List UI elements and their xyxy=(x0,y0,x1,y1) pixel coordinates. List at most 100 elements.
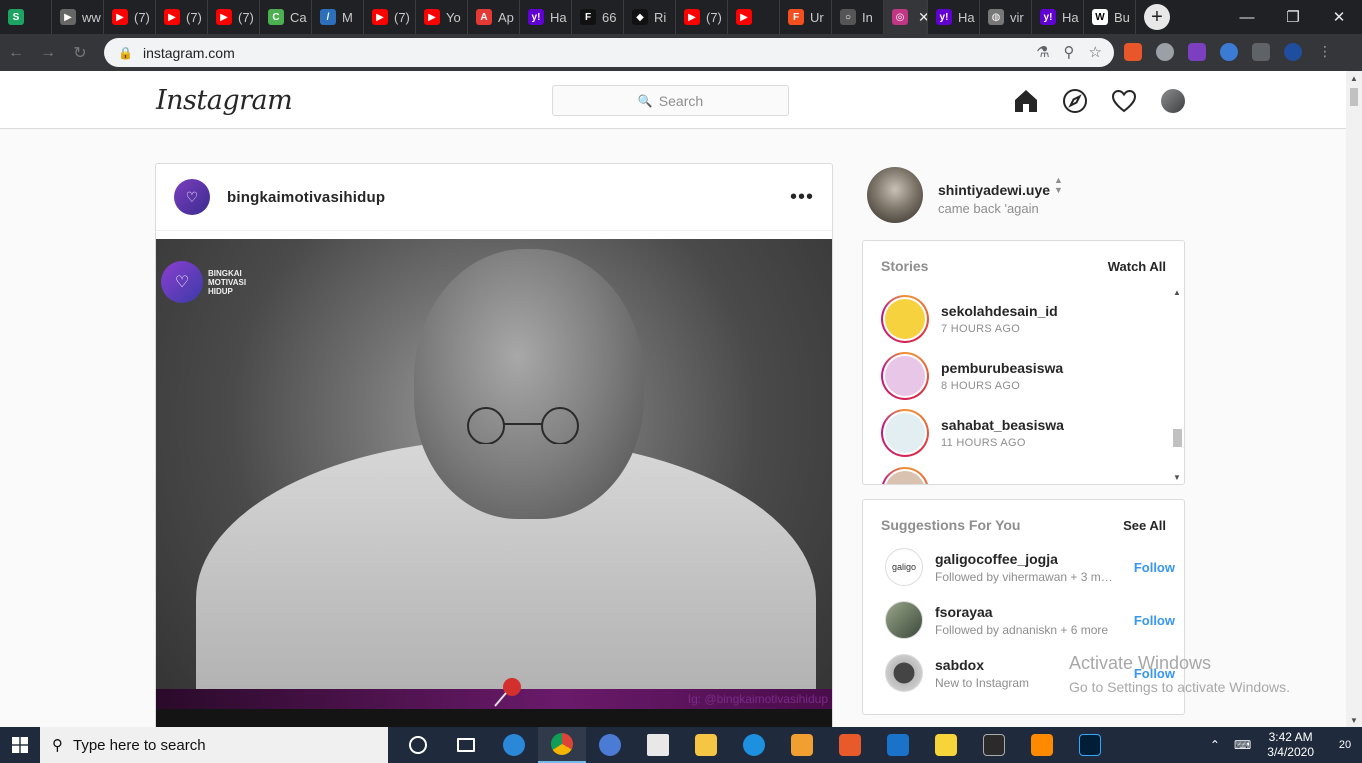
story-item[interactable]: sahabat_beasiswa 11 HOURS AGO xyxy=(881,409,1064,457)
current-user-avatar[interactable] xyxy=(867,167,923,223)
back-button[interactable]: ← xyxy=(0,44,32,62)
post-author-username[interactable]: bingkaimotivasihidup xyxy=(227,189,385,206)
see-all-link[interactable]: See All xyxy=(1123,518,1166,533)
taskbar-search-input[interactable]: ⚲ Type here to search xyxy=(40,727,388,763)
stories-scrollbar[interactable]: ▲ ▼ xyxy=(1171,286,1183,484)
tab-title: Ha xyxy=(550,9,567,25)
minimize-button[interactable]: — xyxy=(1224,0,1270,34)
suggestion-username[interactable]: fsorayaa xyxy=(935,604,1115,620)
cortana-icon[interactable] xyxy=(394,727,442,763)
browser-tab[interactable]: ○ In xyxy=(832,0,884,34)
keyboard-icon[interactable]: ⌨ xyxy=(1234,738,1251,752)
browser-tab[interactable]: y! Ha xyxy=(1032,0,1084,34)
browser-tab[interactable]: C Ca xyxy=(260,0,312,34)
scroll-down-arrow[interactable]: ▼ xyxy=(1350,716,1358,725)
chrome-menu-icon[interactable]: ⋮ xyxy=(1316,43,1334,61)
browser-tab[interactable]: / M xyxy=(312,0,364,34)
internet-explorer-icon[interactable] xyxy=(730,727,778,763)
scroll-up-arrow[interactable]: ▲ xyxy=(1350,74,1358,83)
unity-icon[interactable] xyxy=(634,727,682,763)
browser-tab[interactable]: ▶ (7) xyxy=(156,0,208,34)
chrome-icon[interactable] xyxy=(538,727,586,763)
new-tab-button[interactable]: + xyxy=(1144,4,1170,30)
bookmark-star-icon[interactable]: ☆ xyxy=(1089,43,1102,61)
translate-icon[interactable]: ⚗ xyxy=(1036,43,1049,61)
tab-title: 66 xyxy=(602,9,617,25)
scroll-up-arrow[interactable]: ▲ xyxy=(1173,288,1181,297)
scroll-thumb[interactable] xyxy=(1173,429,1182,447)
instagram-logo[interactable]: Instagram xyxy=(156,85,293,116)
profile-avatar[interactable] xyxy=(1284,43,1302,61)
chromium-icon[interactable] xyxy=(586,727,634,763)
close-tab-icon[interactable]: ✕ xyxy=(918,9,927,26)
media-player-icon[interactable] xyxy=(778,727,826,763)
taskbar-clock[interactable]: 3:42 AM 3/4/2020 xyxy=(1267,730,1314,760)
search-input[interactable]: 🔍 Search xyxy=(552,85,789,116)
edge-legacy-icon[interactable] xyxy=(490,727,538,763)
suggestion-avatar[interactable]: galigo xyxy=(885,548,923,586)
post-author-avatar[interactable]: ♡ xyxy=(174,179,210,215)
scroll-down-arrow[interactable]: ▼ xyxy=(1173,473,1181,482)
browser-tab[interactable]: ▶ Yo xyxy=(416,0,468,34)
browser-tab[interactable]: y! Ha xyxy=(520,0,572,34)
file-explorer-icon[interactable] xyxy=(682,727,730,763)
browser-tab[interactable]: ▶ (7) xyxy=(364,0,416,34)
browser-tab[interactable]: W Bu xyxy=(1084,0,1136,34)
browser-tab[interactable]: ◍ vir xyxy=(980,0,1032,34)
browser-tab[interactable]: ▶ (7) xyxy=(104,0,156,34)
story-item[interactable]: sekolahdesain_id 7 HOURS AGO xyxy=(881,295,1058,343)
scroll-thumb[interactable] xyxy=(1350,88,1358,106)
browser-tab[interactable]: y! Ha xyxy=(928,0,980,34)
tab-favicon-icon: A xyxy=(476,9,492,25)
suggestion-avatar[interactable] xyxy=(885,601,923,639)
forward-button[interactable]: → xyxy=(32,44,64,62)
tab-title: (7) xyxy=(186,9,202,25)
browser-tab[interactable]: ▶ xyxy=(728,0,780,34)
page-scrollbar[interactable]: ▲ ▼ xyxy=(1346,71,1362,727)
suggestion-avatar[interactable] xyxy=(885,654,923,692)
activity-heart-icon[interactable] xyxy=(1110,87,1137,114)
watch-all-link[interactable]: Watch All xyxy=(1108,259,1166,274)
extension-icon[interactable] xyxy=(1156,43,1174,61)
more-options-icon[interactable]: ••• xyxy=(790,186,814,209)
extension-icon[interactable] xyxy=(1188,43,1206,61)
browser-tab[interactable]: ◆ Ri xyxy=(624,0,676,34)
show-hidden-icons-icon[interactable]: ⌃ xyxy=(1210,738,1220,752)
current-user-username[interactable]: shintiyadewi.uye xyxy=(938,182,1050,198)
suggestion-username[interactable]: galigocoffee_jogja xyxy=(935,551,1115,567)
browser-tab[interactable]: ▶ (7) xyxy=(676,0,728,34)
address-bar[interactable]: 🔒 instagram.com ⚗ ⚲ ☆ xyxy=(104,38,1114,67)
browser-tab[interactable]: A Ap xyxy=(468,0,520,34)
story-item[interactable]: pemburubeasiswa 8 HOURS AGO xyxy=(881,352,1063,400)
follow-button[interactable]: Follow xyxy=(1134,560,1175,575)
close-window-button[interactable]: ✕ xyxy=(1316,0,1362,34)
extension-icon[interactable] xyxy=(1220,43,1238,61)
browser-tab[interactable]: ▶ ww xyxy=(52,0,104,34)
sticky-notes-icon[interactable] xyxy=(922,727,970,763)
browser-tab[interactable]: F Ur xyxy=(780,0,832,34)
task-view-icon[interactable] xyxy=(442,727,490,763)
mail-icon[interactable] xyxy=(874,727,922,763)
home-icon[interactable] xyxy=(1012,87,1039,114)
photoshop-icon[interactable] xyxy=(1066,727,1114,763)
start-button[interactable] xyxy=(0,727,40,763)
reload-button[interactable]: ↻ xyxy=(64,43,96,63)
story-item[interactable]: catloversclub xyxy=(881,467,1031,484)
office-app-icon[interactable] xyxy=(826,727,874,763)
image-handle-text: Ig: @bingkaimotivasihidup xyxy=(687,692,828,706)
terminal-icon[interactable] xyxy=(970,727,1018,763)
browser-tab[interactable]: ◎✕ xyxy=(884,0,928,34)
restore-button[interactable]: ❐ xyxy=(1270,0,1316,34)
notification-center-icon[interactable]: 20 xyxy=(1328,727,1362,763)
post-image[interactable]: ♡ BINGKAI MOTIVASI HIDUP Ig: @bingkaimot… xyxy=(156,239,832,727)
browser-tab[interactable]: S xyxy=(0,0,52,34)
extension-icon[interactable] xyxy=(1252,43,1270,61)
zoom-icon[interactable]: ⚲ xyxy=(1064,43,1075,61)
explore-compass-icon[interactable] xyxy=(1061,87,1088,114)
profile-avatar[interactable] xyxy=(1159,87,1186,114)
extension-icon[interactable] xyxy=(1124,43,1142,61)
browser-tab[interactable]: F 66 xyxy=(572,0,624,34)
sublime-text-icon[interactable] xyxy=(1018,727,1066,763)
follow-button[interactable]: Follow xyxy=(1134,613,1175,628)
browser-tab[interactable]: ▶ (7) xyxy=(208,0,260,34)
